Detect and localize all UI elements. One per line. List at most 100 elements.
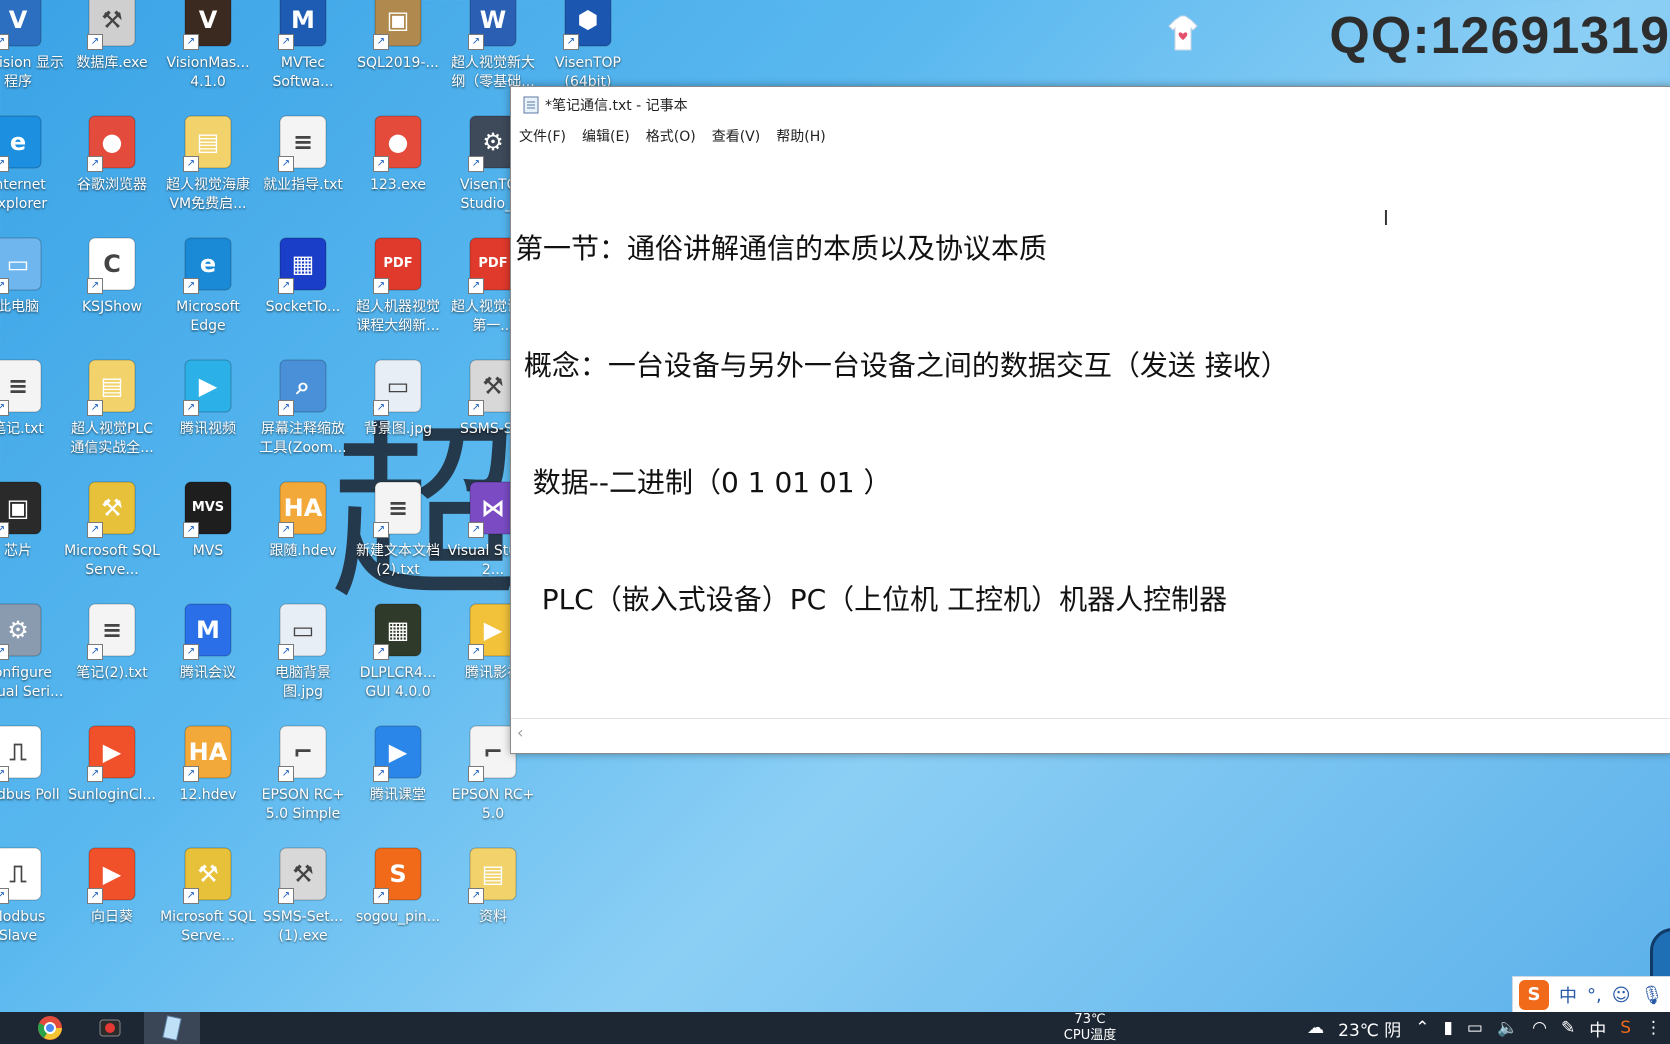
desktop-icon[interactable]: ▤ ↗ 超人视觉海康VM免费启... (160, 112, 256, 214)
desktop-icon[interactable]: S ↗ sogou_pin... (350, 844, 446, 927)
taskbar-ime-language[interactable]: 中 (1589, 1016, 1606, 1041)
desktop-icon[interactable]: C ↗ KSJShow (64, 234, 160, 317)
sogou-logo-icon: S (1519, 980, 1549, 1010)
taskbar-notepad-button[interactable] (144, 1012, 200, 1044)
desktop-icon[interactable]: ▶ ↗ 腾讯视频 (160, 356, 256, 439)
desktop-icon-label: EPSON RC+ 5.0 (451, 787, 535, 822)
app-icon: ▭ ↗ (369, 356, 427, 416)
shortcut-arrow-icon: ↗ (183, 278, 199, 294)
weather-icon[interactable]: ☁ (1307, 1018, 1324, 1038)
desktop-icon[interactable]: ⚒ ↗ Microsoft SQL Serve... (160, 844, 256, 946)
app-icon: W ↗ (464, 0, 522, 50)
desktop-icon[interactable]: V ↗ VisionMas... 4.1.0 (160, 0, 256, 92)
shortcut-arrow-icon: ↗ (0, 156, 9, 172)
punctuation-icon[interactable]: °, (1587, 985, 1602, 1006)
desktop-icon[interactable]: ▭ ↗ 背景图.jpg (350, 356, 446, 439)
ime-toolbar[interactable]: S 中 °, ☺ 🎙 (1512, 976, 1670, 1014)
shortcut-arrow-icon: ↗ (278, 400, 294, 416)
desktop-icon[interactable]: W ↗ 超人视觉新大纲（零基础... (445, 0, 541, 92)
desktop-icon[interactable]: ⚒ ↗ 数据库.exe (64, 0, 160, 73)
desktop-icon[interactable]: ⚒ ↗ Microsoft SQL Serve... (64, 478, 160, 580)
emoji-icon[interactable]: ☺ (1612, 985, 1631, 1006)
desktop-icon[interactable]: e↗ Internet Explorer (0, 112, 66, 214)
desktop-icon[interactable]: ⌕ ↗ 屏幕注释缩放工具(Zoom... (255, 356, 351, 458)
menu-edit[interactable]: 编辑(E) (582, 126, 630, 146)
notepad-window[interactable]: *笔记通信.txt - 记事本 文件(F) 编辑(E) 格式(O) 查看(V) … (510, 86, 1670, 754)
desktop-icon[interactable]: ≡ ↗ 就业指导.txt (255, 112, 351, 195)
volume-icon[interactable]: 🔈 (1497, 1018, 1518, 1038)
desktop-icon[interactable]: ▦ ↗ SocketTo... (255, 234, 351, 317)
menu-format[interactable]: 格式(O) (646, 126, 696, 146)
notepad-menu-bar: 文件(F) 编辑(E) 格式(O) 查看(V) 帮助(H) (511, 123, 1670, 149)
shortcut-arrow-icon: ↗ (373, 766, 389, 782)
desktop-icon[interactable]: ≡ ↗ 笔记(2).txt (64, 600, 160, 683)
desktop-icon-label: 腾讯课堂 (370, 787, 426, 803)
desktop-icon-label: 12.hdev (179, 787, 237, 803)
desktop-icon-label: EPSON RC+ 5.0 Simple (261, 787, 345, 822)
desktop-icon[interactable]: HA ↗ 12.hdev (160, 722, 256, 805)
menu-file[interactable]: 文件(F) (519, 126, 566, 146)
pen-icon[interactable]: ✎ (1561, 1018, 1575, 1038)
menu-help[interactable]: 帮助(H) (776, 126, 825, 146)
desktop-icon[interactable]: ≡ ↗ 新建文本文档(2).txt (350, 478, 446, 580)
app-icon: ▭ ↗ (0, 234, 47, 294)
horizontal-scrollbar[interactable]: ‹ (511, 718, 1670, 753)
app-icon: PDF ↗ (369, 234, 427, 294)
desktop-icon[interactable]: ≡↗ 笔记.txt (0, 356, 66, 439)
desktop-icon[interactable]: ▶ ↗ 向日葵 (64, 844, 160, 927)
notepad-text-area[interactable]: 第一节：通俗讲解通信的本质以及协议本质 概念：一台设备与另外一台设备之间的数据交… (515, 151, 1670, 719)
desktop-icon[interactable]: ▦ ↗ DLPLCR4... GUI 4.0.0 (350, 600, 446, 702)
desktop-icon[interactable]: M ↗ 腾讯会议 (160, 600, 256, 683)
shortcut-arrow-icon: ↗ (183, 644, 199, 660)
desktop-icon-label: 超人机器视觉课程大纲新... (356, 299, 440, 334)
battery-icon[interactable]: ▭ (1467, 1018, 1483, 1038)
taskbar-recorder-button[interactable] (82, 1012, 138, 1044)
wifi-icon[interactable]: ◠ (1532, 1018, 1547, 1038)
desktop-icon[interactable]: ▤ ↗ 超人视觉PLC通信实战全... (64, 356, 160, 458)
desktop-icon[interactable]: ▣ ↗ 芯片 (0, 478, 66, 561)
desktop-icon[interactable]: ▤ ↗ 资料 (445, 844, 541, 927)
desktop-icon[interactable]: ⎍↗ Modbus Slave (0, 844, 66, 946)
ime-language[interactable]: 中 (1559, 982, 1577, 1008)
desktop-icon[interactable]: ▣ ↗ SQL2019-... (350, 0, 446, 73)
microphone-icon[interactable]: 🎙 (1641, 985, 1664, 1006)
desktop-icon[interactable]: ▭ ↗ 电脑背景图.jpg (255, 600, 351, 702)
desktop-icon[interactable]: MVS ↗ MVS (160, 478, 256, 561)
desktop-icon[interactable]: ⎍↗ Modbus Poll (0, 722, 66, 805)
shortcut-arrow-icon: ↗ (468, 278, 484, 294)
tray-chevron-icon[interactable]: ⌃ (1415, 1018, 1429, 1038)
scroll-left-icon[interactable]: ‹ (517, 723, 523, 742)
desktop-icon[interactable]: PDF ↗ 超人机器视觉课程大纲新... (350, 234, 446, 336)
taskbar-chrome-button[interactable] (22, 1012, 78, 1044)
desktop-icon[interactable]: V↗ ndVision 显示程序 (0, 0, 66, 92)
desktop-icon[interactable]: HA ↗ 跟随.hdev (255, 478, 351, 561)
desktop-icon[interactable]: M ↗ MVTec Softwa... (255, 0, 351, 92)
notepad-title-bar[interactable]: *笔记通信.txt - 记事本 (511, 87, 1670, 123)
desktop-icon[interactable]: ⚙↗ Configure Virtual Seri... (0, 600, 66, 702)
app-icon: ▶ ↗ (369, 722, 427, 782)
menu-view[interactable]: 查看(V) (712, 126, 761, 146)
sogou-tray-icon[interactable]: S (1620, 1018, 1631, 1038)
desktop-icon[interactable]: ▶ ↗ SunloginCl... (64, 722, 160, 805)
desktop-icon[interactable]: ● ↗ 123.exe (350, 112, 446, 195)
desktop-icon[interactable]: e ↗ Microsoft Edge (160, 234, 256, 336)
desktop-icon-label: SQL2019-... (357, 55, 439, 71)
ibeam-cursor-icon: I (1383, 206, 1389, 230)
usb-icon[interactable]: ▮ (1444, 1018, 1453, 1038)
cpu-temp-widget[interactable]: 73℃ CPU温度 (1050, 1012, 1130, 1044)
desktop-icon-label: 向日葵 (91, 909, 133, 925)
shortcut-arrow-icon: ↗ (373, 34, 389, 50)
desktop-icon[interactable]: ⌐ ↗ EPSON RC+ 5.0 Simple (255, 722, 351, 824)
desktop-icon[interactable]: ▭ ↗ 此电脑 (0, 234, 66, 317)
more-icon[interactable]: ⋮ (1645, 1018, 1662, 1038)
weather-text[interactable]: 23℃ 阴 (1338, 1016, 1401, 1041)
shortcut-arrow-icon: ↗ (87, 888, 103, 904)
desktop-icon-label: 超人视觉海康VM免费启... (166, 177, 250, 212)
desktop-icon[interactable]: ⬢ ↗ VisenTOP (64bit) (540, 0, 636, 92)
shortcut-arrow-icon: ↗ (278, 888, 294, 904)
desktop-icon[interactable]: ⚒ ↗ SSMS-Set... (1).exe (255, 844, 351, 946)
desktop-icon-label: 笔记.txt (0, 421, 44, 437)
desktop-icon[interactable]: ▶ ↗ 腾讯课堂 (350, 722, 446, 805)
desktop-icon[interactable]: ● ↗ 谷歌浏览器 (64, 112, 160, 195)
app-icon: S ↗ (369, 844, 427, 904)
